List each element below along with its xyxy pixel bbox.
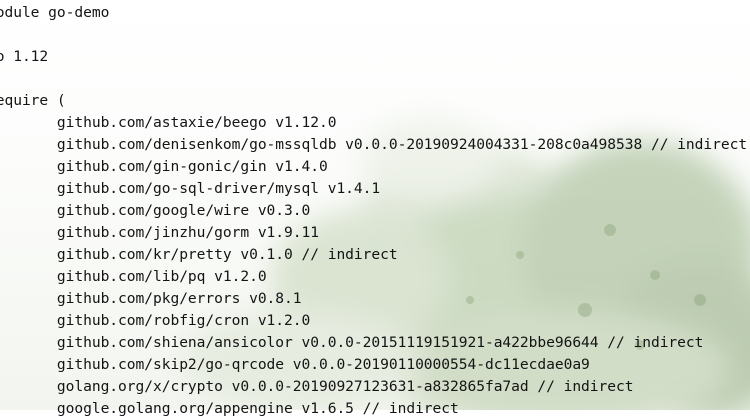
code-line: github.com/denisenkom/go-mssqldb v0.0.0-… bbox=[56, 136, 748, 153]
code-line: github.com/jinzhu/gorm v1.9.11 bbox=[56, 224, 319, 241]
code-line: github.com/gin-gonic/gin v1.4.0 bbox=[56, 158, 328, 175]
code-line: github.com/go-sql-driver/mysql v1.4.1 bbox=[56, 180, 381, 197]
code-line: github.com/skip2/go-qrcode v0.0.0-201901… bbox=[56, 356, 590, 373]
code-line: github.com/google/wire v0.3.0 bbox=[56, 202, 311, 219]
code-line: github.com/robfig/cron v1.2.0 bbox=[56, 312, 311, 329]
code-line: github.com/kr/pretty v0.1.0 // indirect bbox=[56, 246, 398, 263]
code-line: google.golang.org/appengine v1.6.5 // in… bbox=[56, 400, 459, 417]
code-line: github.com/astaxie/beego v1.12.0 bbox=[56, 114, 337, 131]
code-line: github.com/pkg/errors v0.8.1 bbox=[56, 290, 302, 307]
code-line: module go-demo bbox=[0, 4, 110, 21]
code-line: github.com/lib/pq v1.2.0 bbox=[56, 268, 267, 285]
code-line: go 1.12 bbox=[0, 48, 49, 65]
code-line: github.com/shiena/ansicolor v0.0.0-20151… bbox=[56, 334, 704, 351]
code-line: golang.org/x/crypto v0.0.0-2019092712363… bbox=[56, 378, 634, 395]
code-line: require ( bbox=[0, 92, 66, 109]
go-mod-editor[interactable]: module go-demo go 1.12 require ( github.… bbox=[0, 0, 750, 417]
